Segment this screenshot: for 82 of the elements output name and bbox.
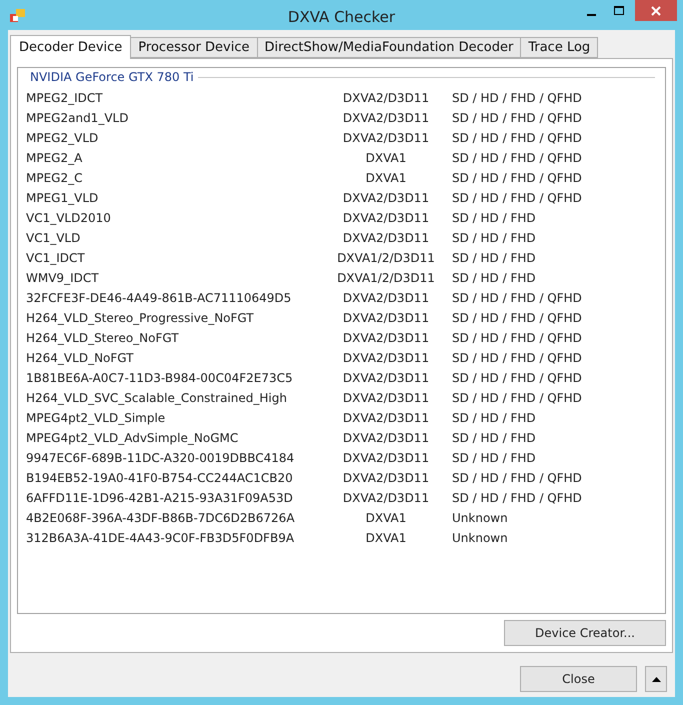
resolution-support: SD / HD / FHD / QFHD [452,190,582,207]
decoder-api: DXVA1 [366,530,406,547]
decoder-api: DXVA1 [366,150,406,167]
resolution-support: SD / HD / FHD / QFHD [452,130,582,147]
decoder-api: DXVA2/D3D11 [342,210,430,227]
resolution-support: SD / HD / FHD [452,210,536,227]
tab[interactable]: DirectShow/MediaFoundation Decoder [256,37,522,58]
collapse-button[interactable] [645,666,667,692]
decoder-name: H264_VLD_NoFGT [26,350,134,367]
decoder-name: MPEG2and1_VLD [26,110,130,127]
decoder-name: MPEG2_IDCT [26,90,104,107]
tab[interactable]: Trace Log [520,37,598,58]
decoder-api: DXVA2/D3D11 [342,370,430,387]
decoder-name: MPEG2_VLD [26,130,100,147]
resolution-support: SD / HD / FHD [452,410,536,427]
resolution-support: SD / HD / FHD / QFHD [452,290,582,307]
resolution-support: SD / HD / FHD [452,430,536,447]
app-icon [10,9,26,23]
decoder-name: MPEG2_C [26,170,84,187]
decoder-api: DXVA2/D3D11 [342,290,430,307]
resolution-support: SD / HD / FHD / QFHD [452,310,582,327]
decoder-name: MPEG4pt2_VLD_Simple [26,410,166,427]
decoder-name: MPEG1_VLD [26,190,100,207]
resolution-support: Unknown [452,530,508,547]
resolution-support: SD / HD / FHD / QFHD [452,350,582,367]
decoder-api: DXVA1 [366,510,406,527]
decoder-api: DXVA2/D3D11 [342,110,430,127]
decoder-api: DXVA2/D3D11 [342,490,430,507]
resolution-support: SD / HD / FHD / QFHD [452,90,582,107]
decoder-api: DXVA2/D3D11 [342,450,430,467]
decoder-api: DXVA2/D3D11 [342,470,430,487]
decoder-api: DXVA2/D3D11 [342,230,430,247]
group-title: NVIDIA GeForce GTX 780 Ti [30,69,194,86]
device-creator-button[interactable]: Device Creator... [504,620,666,646]
decoder-name: MPEG2_A [26,150,84,167]
decoder-name: 4B2E068F-396A-43DF-B86B-7DC6D2B6726A [26,510,296,527]
decoder-name: H264_VLD_Stereo_NoFGT [26,330,180,347]
decoder-name: 312B6A3A-41DE-4A43-9C0F-FB3D5F0DFB9A [26,530,296,547]
decoder-name: VC1_VLD [26,230,82,247]
resolution-support: SD / HD / FHD / QFHD [452,330,582,347]
decoder-api: DXVA2/D3D11 [342,190,430,207]
decoder-name: VC1_VLD2010 [26,210,112,227]
resolution-support: SD / HD / FHD [452,270,536,287]
resolution-support: SD / HD / FHD / QFHD [452,150,582,167]
resolution-support: SD / HD / FHD / QFHD [452,170,582,187]
resolution-support: SD / HD / FHD [452,450,536,467]
decoder-name: H264_VLD_SVC_Scalable_Constrained_High [26,390,288,407]
decoder-name: VC1_IDCT [26,250,86,267]
decoder-name: 9947EC6F-689B-11DC-A320-0019DBBC4184 [26,450,296,467]
window-title: DXVA Checker [288,7,396,28]
decoder-api: DXVA2/D3D11 [342,130,430,147]
decoder-name: 6AFFD11E-1D96-42B1-A215-93A31F09A53D [26,490,294,507]
decoder-api: DXVA2/D3D11 [342,350,430,367]
tab[interactable]: Processor Device [130,37,258,58]
decoder-api: DXVA2/D3D11 [342,90,430,107]
decoder-api: DXVA2/D3D11 [342,330,430,347]
resolution-support: SD / HD / FHD / QFHD [452,370,582,387]
resolution-support: SD / HD / FHD [452,230,536,247]
decoder-api: DXVA2/D3D11 [342,310,430,327]
resolution-support: SD / HD / FHD / QFHD [452,390,582,407]
resolution-support: SD / HD / FHD [452,250,536,267]
resolution-support: SD / HD / FHD / QFHD [452,470,582,487]
decoder-api: DXVA2/D3D11 [342,390,430,407]
decoder-name: MPEG4pt2_VLD_AdvSimple_NoGMC [26,430,240,447]
close-button[interactable]: Close [520,666,637,692]
decoder-api: DXVA1/2/D3D11 [337,270,435,287]
decoder-name: B194EB52-19A0-41F0-B754-CC244AC1CB20 [26,470,294,487]
resolution-support: SD / HD / FHD / QFHD [452,490,582,507]
close-icon [651,6,661,16]
decoder-name: 1B81BE6A-A0C7-11D3-B984-00C04F2E73C5 [26,370,294,387]
decoder-api: DXVA2/D3D11 [342,430,430,447]
decoder-api: DXVA1/2/D3D11 [337,250,435,267]
tab[interactable]: Decoder Device [10,35,132,59]
decoder-name: H264_VLD_Stereo_Progressive_NoFGT [26,310,255,327]
close-window-button[interactable] [635,0,677,21]
resolution-support: SD / HD / FHD / QFHD [452,110,582,127]
decoder-name: 32FCFE3F-DE46-4A49-861B-AC71110649D5 [26,290,292,307]
decoder-name: WMV9_IDCT [26,270,100,287]
decoder-api: DXVA2/D3D11 [342,410,430,427]
resolution-support: Unknown [452,510,508,527]
up-triangle-icon [652,676,660,682]
decoder-api: DXVA1 [366,170,406,187]
